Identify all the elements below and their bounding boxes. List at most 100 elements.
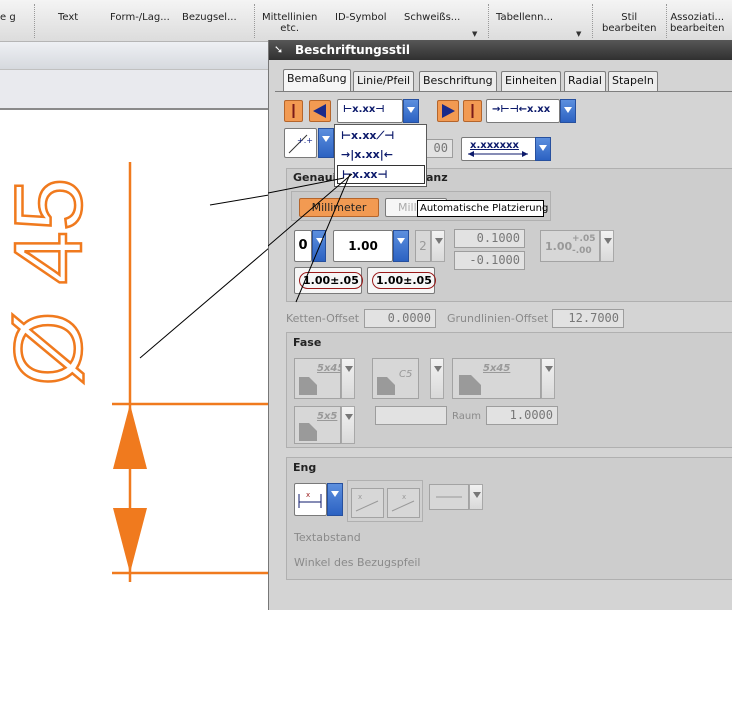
chevron-down-icon[interactable] [541, 358, 555, 399]
placement-option-1[interactable]: ⊢x.xx⟋⊣ [337, 127, 425, 146]
chamfer-icon [299, 423, 317, 441]
fase-option-4-label: 5x5 [317, 411, 338, 422]
ribbon-schweiss-button[interactable]: Schweißs... [404, 12, 460, 23]
tab-stapeln[interactable]: Stapeln [608, 71, 658, 91]
upper-tolerance-field[interactable]: 0.1000 [454, 229, 525, 248]
tab-bemassung[interactable]: Bemaßung [283, 69, 351, 92]
placement-option-2[interactable]: →|x.xx|← [337, 146, 425, 165]
tolerance-style-label-2: 1.00±.05 [372, 272, 436, 289]
ribbon-bezugselement-button[interactable]: Bezugsel... [182, 12, 237, 23]
fase-option-1-dropdown[interactable]: 5x45 [294, 358, 344, 399]
left-arrow-button[interactable] [309, 100, 331, 122]
line-style-icon [436, 496, 462, 498]
right-extension-line-button[interactable] [463, 100, 482, 122]
eng-title: Eng [293, 461, 317, 474]
eng-line-dropdown[interactable] [429, 484, 469, 510]
right-arrow-button[interactable] [437, 100, 459, 122]
chevron-down-icon[interactable] [327, 483, 343, 516]
narrow-dimension-icon: x [298, 491, 322, 508]
tolerance-style-button-1[interactable]: 1.00±.05 [294, 267, 363, 294]
text-orientation-dropdown[interactable]: →⊢⊣←x.xx [486, 99, 560, 123]
text-orientation-value: →⊢⊣←x.xx [492, 104, 551, 115]
value-dropdown[interactable]: 1.00 [333, 230, 393, 262]
ribbon-assoziativ-bearbeiten-button[interactable]: Assoziati... bearbeiten [670, 12, 724, 34]
precision-dropdown[interactable]: 0 [294, 230, 312, 262]
fase-title: Fase [293, 336, 322, 349]
svg-text:x: x [402, 493, 406, 501]
tab-radial[interactable]: Radial [564, 71, 606, 91]
drawing-canvas[interactable]: Ø 45 [0, 112, 269, 612]
chevron-down-icon[interactable] [341, 406, 355, 444]
tolerance-preview-value: 1.00 [545, 240, 573, 253]
chevron-down-icon[interactable] [535, 137, 551, 161]
chevron-down-icon[interactable] [393, 230, 409, 262]
svg-text:x: x [358, 493, 362, 501]
dialog-arrow-icon: ➘ [274, 43, 284, 56]
chamfer-icon [299, 377, 317, 395]
fase-empty-field[interactable] [375, 406, 447, 425]
fase-option-3-dropdown[interactable]: 5x45 [452, 358, 541, 399]
svg-text:+.+: +.+ [297, 136, 313, 145]
placement-option-3-label: ⊢x.xx⊣ [342, 168, 388, 181]
ribbon-form-lage-button[interactable]: Form-/Lag... [110, 12, 170, 23]
chevron-down-icon[interactable] [403, 99, 419, 123]
ribbon-mittellinien-button[interactable]: Mittellinien etc. [262, 12, 317, 34]
ribbon-tabellennotiz-button[interactable]: Tabellenn... [496, 12, 553, 23]
chevron-down-icon[interactable]: ▼ [576, 30, 581, 38]
drawing-header-bar [0, 42, 269, 70]
chevron-down-icon[interactable] [600, 230, 614, 262]
chevron-down-icon[interactable] [312, 230, 326, 262]
extension-line-icon [471, 104, 474, 118]
tolerance-precision-dropdown[interactable]: 2 [415, 230, 431, 262]
lower-tolerance-field[interactable]: -0.1000 [454, 251, 525, 270]
tolerance-style-label-1: 1.00±.05 [299, 272, 363, 289]
tolerance-style-button-2[interactable]: 1.00±.05 [367, 267, 436, 294]
grundlinien-offset-label: Grundlinien-Offset [447, 312, 549, 325]
diameter-dimension-text[interactable]: Ø 45 [0, 177, 103, 388]
chevron-down-icon[interactable] [430, 358, 444, 399]
double-arrow-icon [468, 151, 528, 157]
ribbon-separator [666, 4, 667, 38]
eng-style-dropdown[interactable]: x [294, 483, 327, 516]
left-extension-line-button[interactable] [284, 100, 303, 122]
ketten-offset-label: Ketten-Offset [286, 312, 360, 325]
grundlinien-offset-field[interactable]: 12.7000 [552, 309, 624, 328]
ribbon-item-partial[interactable]: e g [0, 12, 16, 23]
ketten-offset-field[interactable]: 0.0000 [364, 309, 436, 328]
ribbon-separator [34, 4, 35, 38]
placement-dropdown[interactable]: ⊢x.xx⊣ [337, 99, 403, 123]
tab-beschriftung[interactable]: Beschriftung [419, 71, 497, 91]
chevron-down-icon[interactable] [318, 128, 334, 158]
tab-divider [275, 91, 732, 92]
hidden-field[interactable]: 00 [425, 139, 453, 158]
fase-option-4-dropdown[interactable]: 5x5 [294, 406, 341, 444]
ribbon-separator [254, 4, 255, 38]
arrow-left-icon [313, 104, 326, 118]
chevron-down-icon[interactable] [469, 484, 483, 510]
text-position-dropdown[interactable]: +.+ [284, 128, 317, 158]
ribbon-separator [488, 4, 489, 38]
dialog-title-bar[interactable]: ➘ Beschriftungsstil [269, 40, 732, 60]
tab-linie-pfeil[interactable]: Linie/Pfeil [353, 71, 415, 91]
millimeter-button[interactable]: Millimeter [299, 198, 379, 217]
chevron-down-icon[interactable] [560, 99, 576, 123]
placement-option-2-label: →|x.xx|← [341, 148, 393, 161]
tolerance-format-dropdown[interactable]: 1.00 +.05 -.00 [540, 230, 600, 262]
ribbon-text-button[interactable]: Text [58, 12, 78, 23]
chevron-down-icon[interactable] [431, 230, 445, 262]
eng-option-1-button[interactable]: x [351, 488, 384, 518]
eng-option-2-button[interactable]: x [387, 488, 420, 518]
placement-option-3[interactable]: ⊢x.xx⊣ [337, 165, 425, 184]
ribbon-stil-bearbeiten-button[interactable]: Stil bearbeiten [602, 12, 656, 34]
arrow-up-icon [113, 404, 147, 469]
tolerance-placement-dropdown[interactable]: x.xxxxxx [461, 137, 539, 161]
fase-option-2-dropdown[interactable]: C5 [372, 358, 419, 399]
raum-field[interactable]: 1.0000 [486, 406, 558, 425]
tab-einheiten[interactable]: Einheiten [501, 71, 561, 91]
chevron-down-icon[interactable] [341, 358, 355, 399]
ribbon-separator [592, 4, 593, 38]
extension-line-icon [292, 104, 295, 118]
chevron-down-icon[interactable]: ▼ [472, 30, 477, 38]
ribbon-id-symbol-button[interactable]: ID-Symbol [335, 12, 387, 23]
fase-option-3-label: 5x45 [483, 363, 511, 374]
